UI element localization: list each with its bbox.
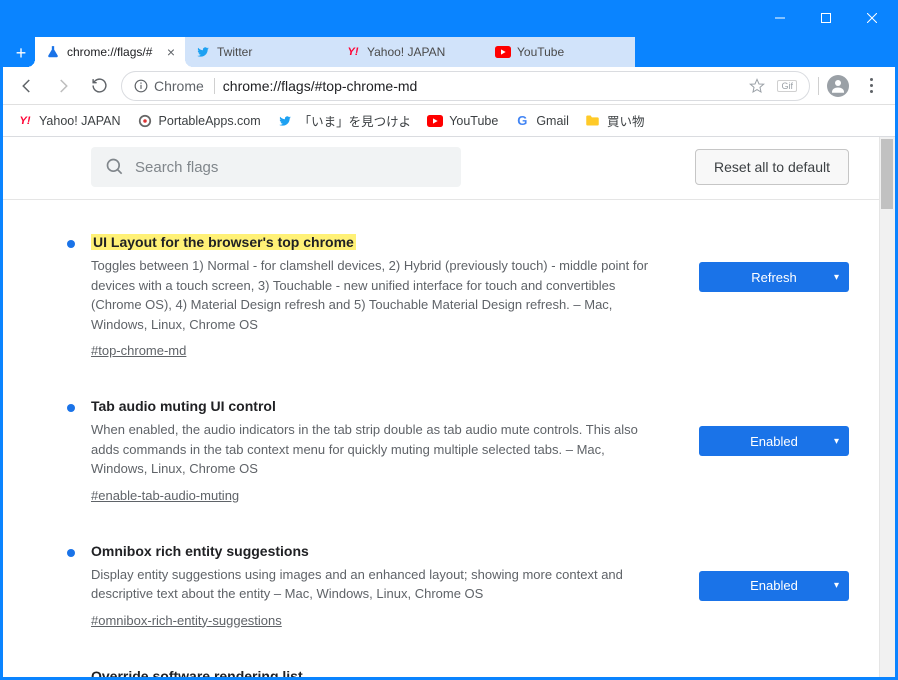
flag-title: Omnibox rich entity suggestions <box>91 543 309 559</box>
tab-favicon <box>195 44 211 60</box>
bookmark-item[interactable]: 「いま」を見つけよ <box>277 111 412 130</box>
browser-tab[interactable]: YouTube <box>485 37 635 67</box>
bookmark-item[interactable]: 買い物 <box>585 111 645 130</box>
profile-avatar-button[interactable] <box>827 75 849 97</box>
browser-menu-button[interactable] <box>857 72 885 100</box>
flag-title: Override software rendering list <box>91 668 303 678</box>
bookmark-label: 「いま」を見つけよ <box>299 111 412 130</box>
window-close-button[interactable] <box>849 3 895 33</box>
bookmark-label: 買い物 <box>607 111 645 130</box>
flag-description: When enabled, the audio indicators in th… <box>91 420 651 479</box>
browser-tab[interactable]: Y! Yahoo! JAPAN <box>335 37 485 67</box>
omnibox[interactable]: Chrome chrome://flags/#top-chrome-md Gif <box>121 71 810 101</box>
scrollbar-thumb[interactable] <box>881 139 893 209</box>
window-minimize-button[interactable] <box>757 3 803 33</box>
bookmark-item[interactable]: Y! Yahoo! JAPAN <box>17 113 121 129</box>
flag-row: Tab audio muting UI control When enabled,… <box>67 384 849 529</box>
flag-state-select[interactable]: Enabled ▾ <box>699 426 849 456</box>
tab-favicon <box>495 44 511 60</box>
bookmark-label: PortableApps.com <box>159 114 261 128</box>
flag-anchor-link[interactable]: #top-chrome-md <box>91 343 186 358</box>
tab-label: YouTube <box>517 45 625 59</box>
omnibox-url: chrome://flags/#top-chrome-md <box>223 78 742 94</box>
flags-header: Search flags Reset all to default <box>3 137 879 200</box>
bookmark-item[interactable]: PortableApps.com <box>137 113 261 129</box>
flags-list: UI Layout for the browser's top chrome To… <box>3 200 879 677</box>
search-icon <box>105 157 125 177</box>
tab-label: Yahoo! JAPAN <box>367 45 475 59</box>
flag-row: Override software rendering listOverride… <box>67 654 849 678</box>
bookmark-favicon: Y! <box>17 113 33 129</box>
star-icon[interactable] <box>749 78 765 94</box>
tab-close-button[interactable]: × <box>167 44 175 60</box>
bookmark-favicon <box>277 113 293 129</box>
chrome-window: + chrome://flags/#×TwitterY!Yahoo! JAPAN… <box>0 0 898 680</box>
tab-favicon: Y! <box>345 44 361 60</box>
bookmark-favicon <box>137 113 153 129</box>
scrollbar[interactable] <box>879 137 895 677</box>
flag-state-select[interactable]: Enabled ▾ <box>699 571 849 601</box>
chevron-down-icon: ▾ <box>834 580 839 591</box>
flag-description: Display entity suggestions using images … <box>91 565 651 604</box>
tab-label: Twitter <box>217 45 325 59</box>
flag-description: Toggles between 1) Normal - for clamshel… <box>91 256 651 334</box>
browser-toolbar: Chrome chrome://flags/#top-chrome-md Gif <box>3 67 895 105</box>
reset-all-button[interactable]: Reset all to default <box>695 149 849 185</box>
browser-tab[interactable]: chrome://flags/# × <box>35 37 185 67</box>
flag-state-select[interactable]: Refresh ▾ <box>699 262 849 292</box>
tab-label: chrome://flags/# <box>67 45 161 59</box>
info-icon <box>134 79 148 93</box>
bookmark-label: Gmail <box>536 114 569 128</box>
window-titlebar <box>3 3 895 33</box>
chevron-down-icon: ▾ <box>834 436 839 447</box>
omnibox-security-chip: Chrome <box>134 78 215 94</box>
forward-button[interactable] <box>49 72 77 100</box>
bookmark-item[interactable]: G Gmail <box>514 113 569 129</box>
bookmark-favicon <box>585 113 601 129</box>
modified-dot-icon <box>67 549 75 557</box>
toolbar-separator <box>818 77 819 95</box>
window-maximize-button[interactable] <box>803 3 849 33</box>
modified-dot-icon <box>67 240 75 248</box>
modified-dot-icon <box>67 674 75 678</box>
flag-state-value: Enabled <box>750 434 798 449</box>
modified-dot-icon <box>67 404 75 412</box>
bookmark-label: YouTube <box>449 114 498 128</box>
gif-extension-icon[interactable]: Gif <box>777 80 797 92</box>
flag-title: Tab audio muting UI control <box>91 398 276 414</box>
back-button[interactable] <box>13 72 41 100</box>
bookmarks-bar: Y! Yahoo! JAPAN PortableApps.com 「いま」を見つけよ Y… <box>3 105 895 137</box>
bookmark-favicon: G <box>514 113 530 129</box>
flag-anchor-link[interactable]: #enable-tab-audio-muting <box>91 488 239 503</box>
browser-tab[interactable]: Twitter <box>185 37 335 67</box>
omnibox-chip-label: Chrome <box>154 78 204 94</box>
bookmark-favicon <box>427 113 443 129</box>
search-placeholder: Search flags <box>135 159 218 176</box>
flag-state-value: Refresh <box>751 270 797 285</box>
search-flags-input[interactable]: Search flags <box>91 147 461 187</box>
page-content: Search flags Reset all to default UI Lay… <box>3 137 895 677</box>
flag-anchor-link[interactable]: #omnibox-rich-entity-suggestions <box>91 613 282 628</box>
flag-title: UI Layout for the browser's top chrome <box>91 234 356 250</box>
reload-button[interactable] <box>85 72 113 100</box>
flag-state-value: Enabled <box>750 578 798 593</box>
flag-row: UI Layout for the browser's top chrome To… <box>67 220 849 384</box>
tab-strip: + chrome://flags/#×TwitterY!Yahoo! JAPAN… <box>3 33 895 67</box>
bookmark-item[interactable]: YouTube <box>427 113 498 129</box>
chevron-down-icon: ▾ <box>834 272 839 283</box>
bookmark-label: Yahoo! JAPAN <box>39 114 121 128</box>
flag-row: Omnibox rich entity suggestions Display e… <box>67 529 849 654</box>
tab-favicon <box>45 44 61 60</box>
